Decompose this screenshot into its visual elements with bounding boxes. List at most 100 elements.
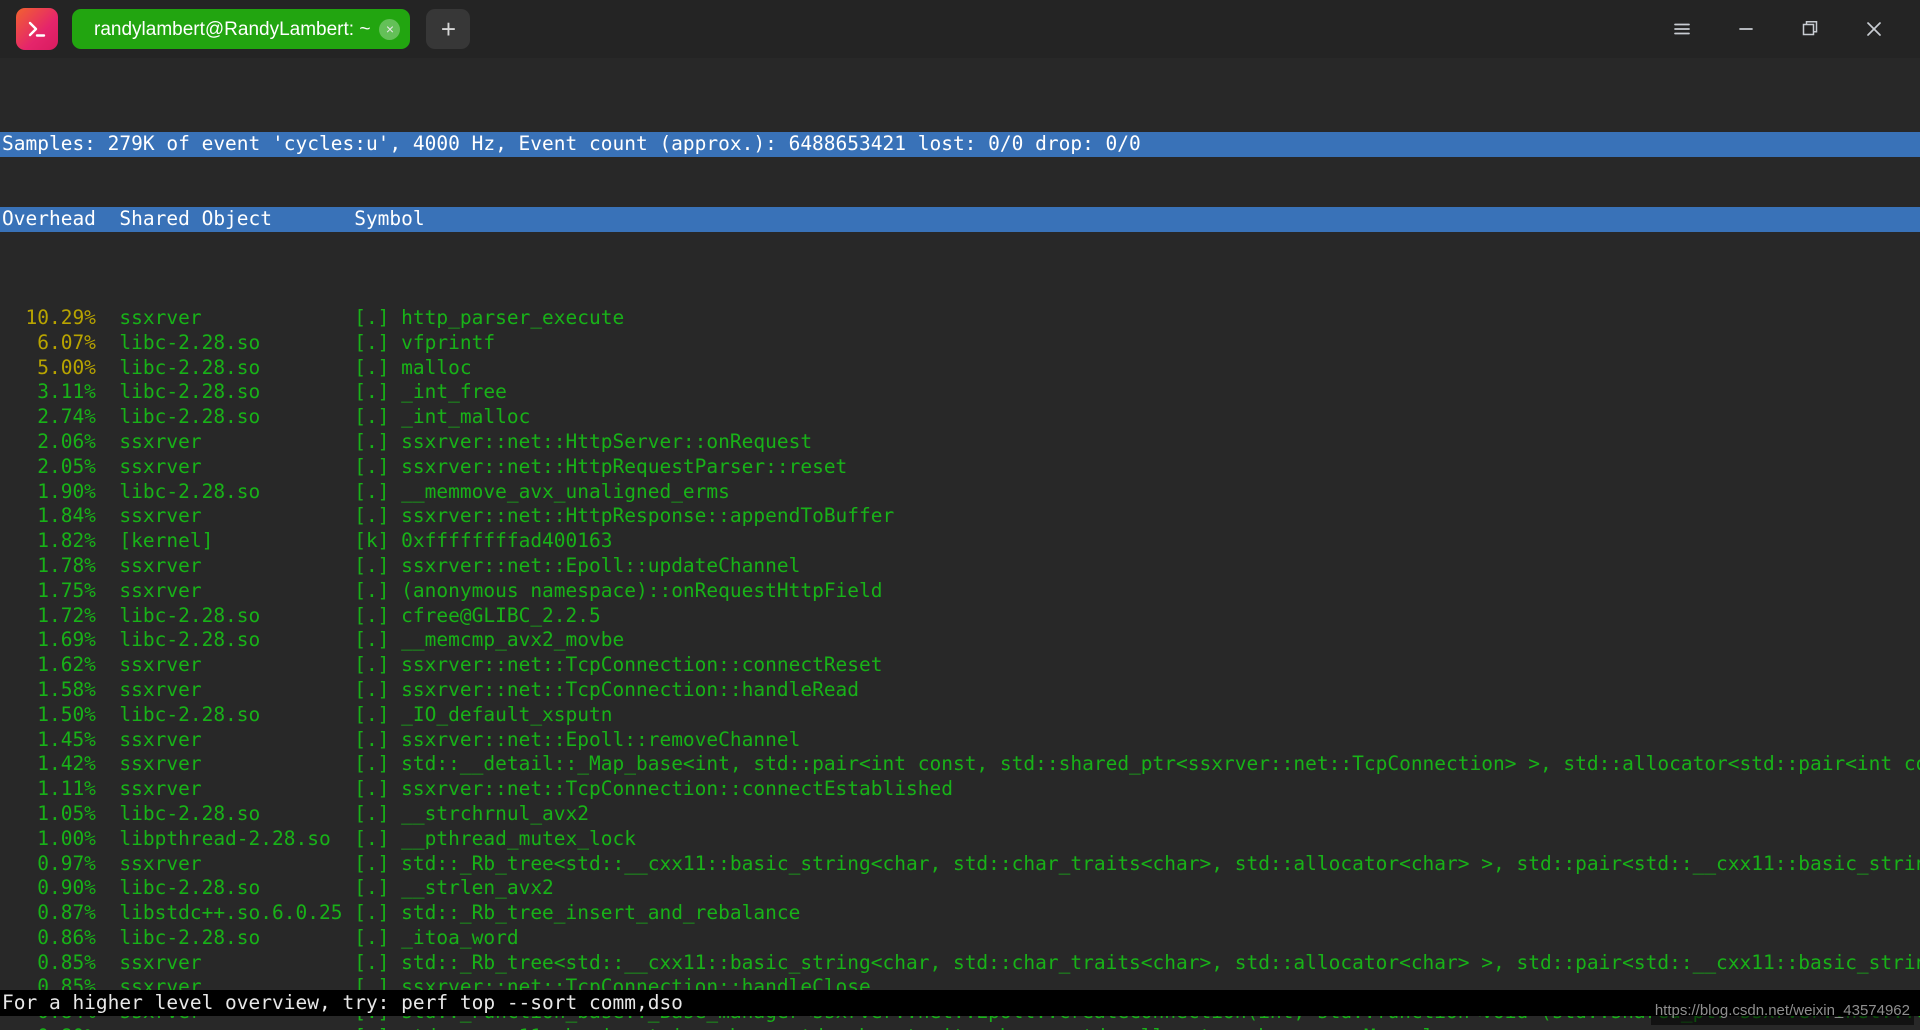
perf-row[interactable]: 1.69% libc-2.28.so [.] __memcmp_avx2_mov… <box>0 628 1920 653</box>
perf-row[interactable]: 2.06% ssxrver [.] ssxrver::net::HttpServ… <box>0 430 1920 455</box>
perf-row[interactable]: 1.00% libpthread-2.28.so [.] __pthread_m… <box>0 827 1920 852</box>
perf-row-shared-object: libc-2.28.so <box>95 603 355 627</box>
perf-row-marker: [.] <box>354 504 390 528</box>
perf-row[interactable]: 0.80% ssxrver [.] std::__cxx11::basic_st… <box>0 1025 1920 1030</box>
perf-row[interactable]: 1.62% ssxrver [.] ssxrver::net::TcpConne… <box>0 653 1920 678</box>
perf-row-marker: [.] <box>354 429 390 453</box>
perf-row-marker: [.] <box>354 826 390 850</box>
tab-label: randylambert@RandyLambert: ~ <box>94 18 371 40</box>
perf-row-overhead: 0.86% <box>2 925 96 949</box>
perf-row[interactable]: 3.11% libc-2.28.so [.] _int_free <box>0 380 1920 405</box>
perf-row[interactable]: 1.42% ssxrver [.] std::__detail::_Map_ba… <box>0 752 1920 777</box>
perf-row[interactable]: 1.82% [kernel] [k] 0xffffffffad400163 <box>0 529 1920 554</box>
perf-row-symbol: __memcmp_avx2_movbe <box>389 628 625 652</box>
perf-row-overhead: 0.80% <box>2 1025 96 1030</box>
perf-row-overhead: 6.07% <box>2 330 96 354</box>
perf-row-symbol: ssxrver::net::TcpConnection::handleRead <box>389 677 860 701</box>
perf-row-symbol: ssxrver::net::TcpConnection::connectRese… <box>389 653 883 677</box>
perf-row[interactable]: 6.07% libc-2.28.so [.] vfprintf <box>0 331 1920 356</box>
perf-row-shared-object: ssxrver <box>95 727 355 751</box>
perf-row-shared-object: [kernel] <box>95 529 355 553</box>
perf-row-shared-object: ssxrver <box>95 429 355 453</box>
perf-row[interactable]: 0.97% ssxrver [.] std::_Rb_tree<std::__c… <box>0 852 1920 877</box>
perf-row[interactable]: 1.50% libc-2.28.so [.] _IO_default_xsput… <box>0 703 1920 728</box>
perf-row[interactable]: 1.75% ssxrver [.] (anonymous namespace):… <box>0 579 1920 604</box>
perf-row[interactable]: 1.05% libc-2.28.so [.] __strchrnul_avx2 <box>0 802 1920 827</box>
perf-row-shared-object: ssxrver <box>95 777 355 801</box>
perf-row-symbol: __memmove_avx_unaligned_erms <box>389 479 730 503</box>
perf-summary-line: Samples: 279K of event 'cycles:u', 4000 … <box>0 132 1920 158</box>
perf-row-shared-object: ssxrver <box>95 851 355 875</box>
perf-row-symbol: 0xffffffffad400163 <box>389 529 613 553</box>
perf-row-shared-object: libstdc++.so.6.0.25 <box>95 901 355 925</box>
perf-row[interactable]: 0.86% libc-2.28.so [.] _itoa_word <box>0 926 1920 951</box>
perf-row-marker: [k] <box>354 529 390 553</box>
perf-row-symbol: malloc <box>389 355 472 379</box>
perf-row-marker: [.] <box>354 925 390 949</box>
perf-row-marker: [.] <box>354 380 390 404</box>
perf-row-marker: [.] <box>354 702 390 726</box>
perf-row-overhead: 1.42% <box>2 752 96 776</box>
perf-row-overhead: 3.11% <box>2 380 96 404</box>
perf-row-symbol: ssxrver::net::Epoll::updateChannel <box>389 553 801 577</box>
perf-row[interactable]: 1.90% libc-2.28.so [.] __memmove_avx_una… <box>0 480 1920 505</box>
minimize-icon[interactable] <box>1714 0 1778 58</box>
hamburger-menu-icon[interactable] <box>1650 0 1714 58</box>
new-tab-button[interactable]: + <box>426 9 471 49</box>
perf-row[interactable]: 0.87% libstdc++.so.6.0.25 [.] std::_Rb_t… <box>0 901 1920 926</box>
perf-row-marker: [.] <box>354 777 390 801</box>
perf-row-symbol: __pthread_mutex_lock <box>389 826 636 850</box>
perf-row-symbol: ssxrver::net::HttpRequestParser::reset <box>389 454 848 478</box>
perf-row-overhead: 1.50% <box>2 702 96 726</box>
perf-row-shared-object: libc-2.28.so <box>95 355 355 379</box>
perf-row-marker: [.] <box>354 801 390 825</box>
perf-row-overhead: 1.90% <box>2 479 96 503</box>
perf-row[interactable]: 1.45% ssxrver [.] ssxrver::net::Epoll::r… <box>0 728 1920 753</box>
perf-row-marker: [.] <box>354 553 390 577</box>
perf-row[interactable]: 2.05% ssxrver [.] ssxrver::net::HttpRequ… <box>0 455 1920 480</box>
perf-row[interactable]: 2.74% libc-2.28.so [.] _int_malloc <box>0 405 1920 430</box>
perf-row-symbol: std::_Rb_tree<std::__cxx11::basic_string… <box>389 950 1920 974</box>
perf-row-marker: [.] <box>354 454 390 478</box>
perf-row[interactable]: 1.78% ssxrver [.] ssxrver::net::Epoll::u… <box>0 554 1920 579</box>
perf-row-shared-object: libc-2.28.so <box>95 925 355 949</box>
perf-row-overhead: 2.05% <box>2 454 96 478</box>
perf-row-symbol: http_parser_execute <box>389 305 625 329</box>
perf-row-marker: [.] <box>354 851 390 875</box>
perf-row-marker: [.] <box>354 330 390 354</box>
perf-row-overhead: 1.72% <box>2 603 96 627</box>
perf-row[interactable]: 0.85% ssxrver [.] std::_Rb_tree<std::__c… <box>0 951 1920 976</box>
perf-row-shared-object: ssxrver <box>95 504 355 528</box>
perf-row-shared-object: libc-2.28.so <box>95 702 355 726</box>
perf-row-symbol: ssxrver::net::HttpServer::onRequest <box>389 429 813 453</box>
perf-row-overhead: 1.84% <box>2 504 96 528</box>
perf-row-shared-object: ssxrver <box>95 752 355 776</box>
perf-row-overhead: 2.74% <box>2 405 96 429</box>
perf-row[interactable]: 1.72% libc-2.28.so [.] cfree@GLIBC_2.2.5 <box>0 604 1920 629</box>
tab-terminal-session[interactable]: randylambert@RandyLambert: ~ × <box>72 9 411 49</box>
perf-row-shared-object: ssxrver <box>95 677 355 701</box>
perf-row-overhead: 1.00% <box>2 826 96 850</box>
perf-row-overhead: 2.06% <box>2 429 96 453</box>
perf-row-overhead: 1.62% <box>2 653 96 677</box>
perf-row-symbol: (anonymous namespace)::onRequestHttpFiel… <box>389 578 883 602</box>
perf-row-symbol: _int_malloc <box>389 405 531 429</box>
perf-row[interactable]: 10.29% ssxrver [.] http_parser_execute <box>0 306 1920 331</box>
perf-row-shared-object: ssxrver <box>96 1025 354 1030</box>
perf-row-marker: [.] <box>354 603 390 627</box>
perf-row[interactable]: 1.11% ssxrver [.] ssxrver::net::TcpConne… <box>0 777 1920 802</box>
perf-row-marker: [.] <box>354 950 390 974</box>
perf-row-symbol: ssxrver::net::HttpResponse::appendToBuff… <box>389 504 895 528</box>
perf-row-shared-object: libpthread-2.28.so <box>95 826 355 850</box>
maximize-restore-icon[interactable] <box>1778 0 1842 58</box>
perf-row[interactable]: 1.58% ssxrver [.] ssxrver::net::TcpConne… <box>0 678 1920 703</box>
terminal-screen[interactable]: Samples: 279K of event 'cycles:u', 4000 … <box>0 58 1920 1030</box>
perf-row-shared-object: ssxrver <box>95 653 355 677</box>
close-icon[interactable] <box>1842 0 1906 58</box>
perf-row[interactable]: 0.90% libc-2.28.so [.] __strlen_avx2 <box>0 876 1920 901</box>
perf-row[interactable]: 1.84% ssxrver [.] ssxrver::net::HttpResp… <box>0 504 1920 529</box>
tab-close-icon[interactable]: × <box>379 18 401 40</box>
perf-row-marker: [.] <box>354 305 390 329</box>
perf-row-symbol: cfree@GLIBC_2.2.5 <box>389 603 601 627</box>
perf-row[interactable]: 5.00% libc-2.28.so [.] malloc <box>0 356 1920 381</box>
